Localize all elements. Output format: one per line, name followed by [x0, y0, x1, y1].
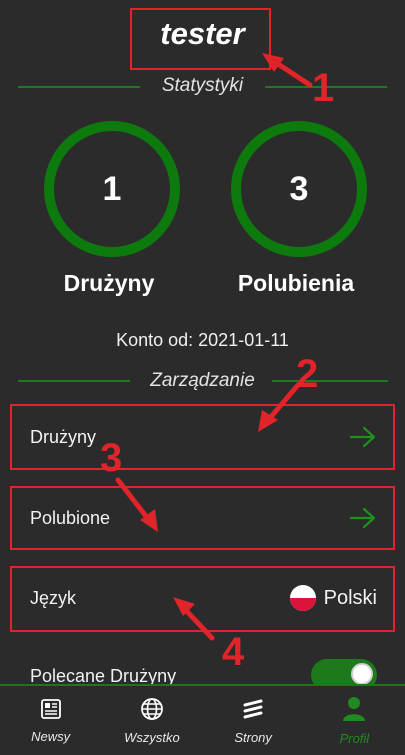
nav-label: Strony [234, 729, 272, 745]
nav-wszystko[interactable]: Wszystko [107, 697, 197, 745]
stack-icon [241, 697, 265, 726]
annotation-number-3: 3 [100, 436, 123, 480]
account-since: Konto od: 2021-01-11 [116, 330, 289, 350]
nav-label: Profil [339, 730, 370, 746]
annotation-box-username [130, 8, 271, 70]
newspaper-icon [39, 698, 63, 725]
user-icon [342, 696, 366, 727]
nav-profil[interactable]: Profil [309, 696, 399, 746]
annotation-number-1: 1 [312, 66, 335, 110]
nav-strony[interactable]: Strony [208, 697, 298, 745]
recommended-teams-label: Polecane Drużyny [30, 666, 177, 684]
annotation-box-teams [10, 404, 395, 470]
globe-icon [140, 697, 164, 726]
annotation-box-language [10, 566, 395, 632]
bottom-navigation: Newsy Wszystko Strony Profil [0, 684, 405, 755]
teams-count: 1 [102, 169, 122, 208]
teams-count-circle: 1 [44, 121, 180, 257]
annotation-number-4: 4 [222, 630, 245, 674]
likes-count: 3 [289, 169, 309, 208]
nav-label: Wszystko [124, 729, 180, 745]
likes-stat-label: Polubienia [237, 270, 355, 296]
likes-count-circle: 3 [231, 121, 367, 257]
toggle-knob [351, 663, 373, 685]
nav-newsy[interactable]: Newsy [6, 698, 96, 744]
annotation-box-liked [10, 486, 395, 550]
divider-right [272, 380, 388, 382]
nav-label: Newsy [31, 728, 71, 744]
annotation-number-2: 2 [296, 352, 319, 396]
teams-stat-label: Drużyny [63, 270, 155, 296]
